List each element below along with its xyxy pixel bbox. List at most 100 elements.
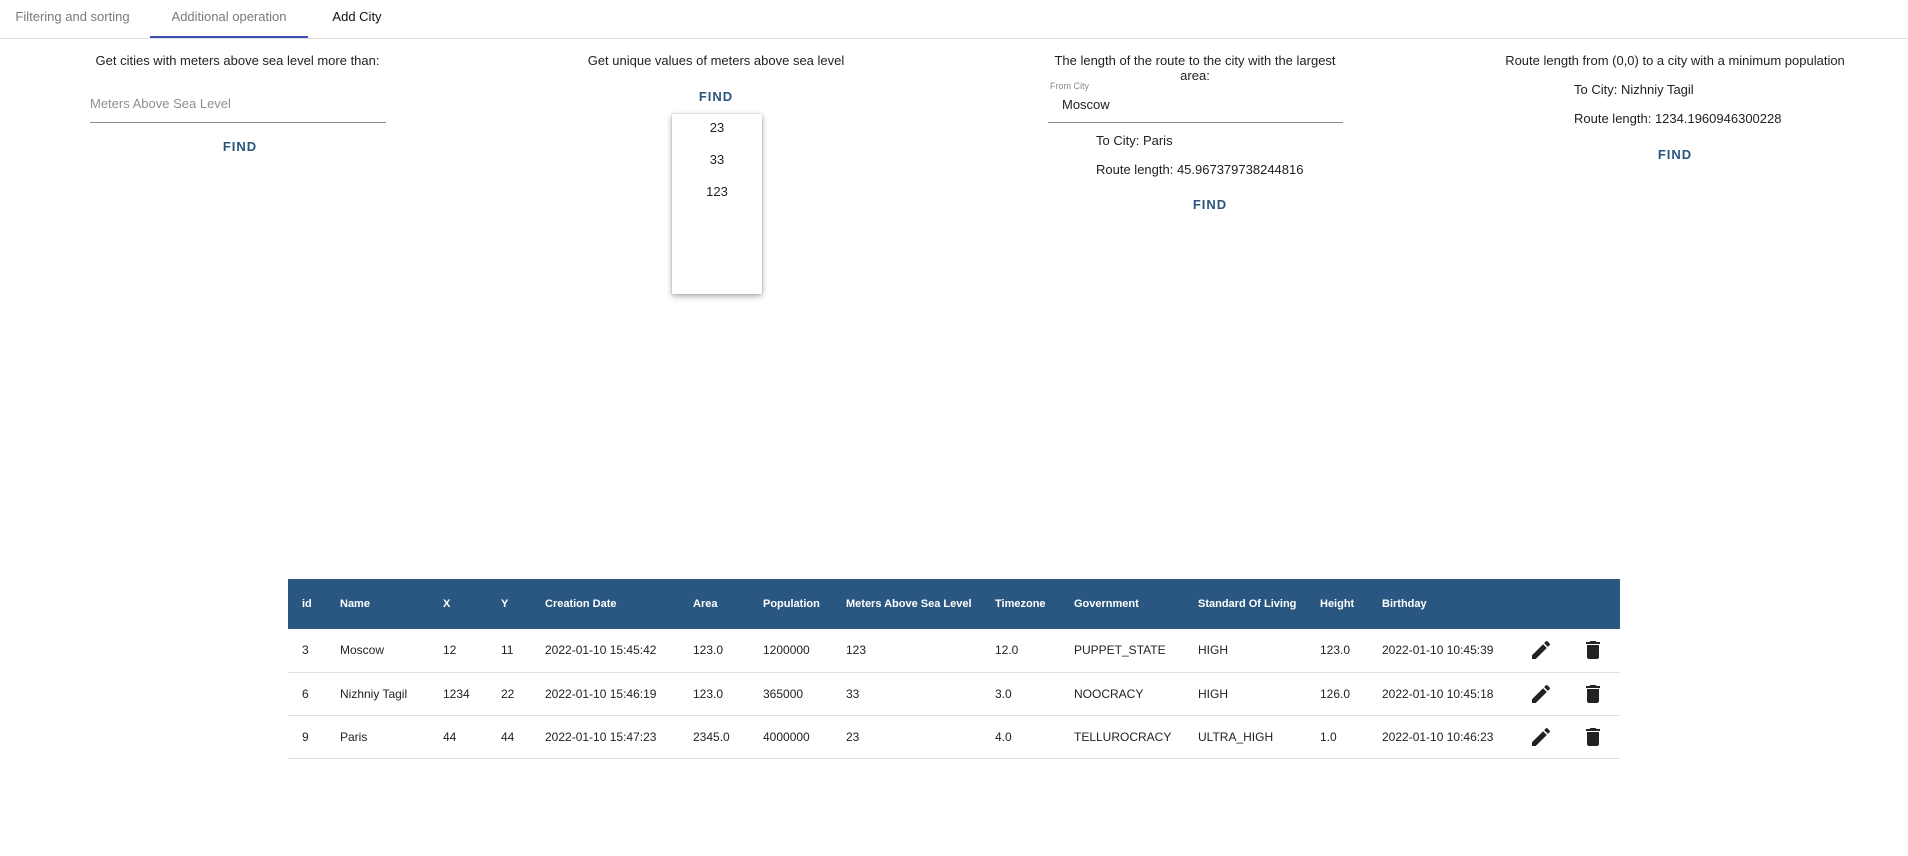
meters-above-sea-level-input[interactable] xyxy=(90,91,386,111)
pencil-icon[interactable] xyxy=(1529,682,1553,706)
panel-title: The length of the route to the city with… xyxy=(1054,53,1336,83)
cities-table-container: id Name X Y Creation Date Area Populatio… xyxy=(288,579,1620,759)
cell-population: 1200000 xyxy=(763,643,810,658)
cell-timezone: 4.0 xyxy=(995,729,1012,744)
edit-cell xyxy=(1515,672,1567,715)
dropdown-option[interactable]: 33 xyxy=(672,146,762,178)
delete-cell xyxy=(1567,715,1620,758)
cell-birthday: 2022-01-10 10:46:23 xyxy=(1382,729,1494,744)
cell-population: 4000000 xyxy=(763,729,810,744)
cell-creation-date: 2022-01-10 15:46:19 xyxy=(545,686,657,701)
cell-name: Nizhniy Tagil xyxy=(340,686,408,701)
cell-x: 12 xyxy=(443,643,457,658)
column-header-timezone: Timezone xyxy=(995,598,1046,610)
cell-id: 9 xyxy=(302,729,309,744)
cell-birthday: 2022-01-10 10:45:18 xyxy=(1382,686,1494,701)
cell-id: 6 xyxy=(302,686,309,701)
cell-meters-above-sea-level: 33 xyxy=(846,686,860,701)
column-header-creation-date: Creation Date xyxy=(545,598,617,610)
cities-table: id Name X Y Creation Date Area Populatio… xyxy=(288,579,1620,759)
edit-cell xyxy=(1515,715,1567,758)
dropdown-option[interactable]: 123 xyxy=(672,178,762,210)
find-button[interactable]: FIND xyxy=(686,89,746,104)
cell-timezone: 12.0 xyxy=(995,643,1019,658)
column-header-meters-above-sea-level: Meters Above Sea Level xyxy=(846,598,972,610)
to-city-text: To City: Paris xyxy=(1096,133,1173,148)
cell-standard-of-living: HIGH xyxy=(1198,643,1228,658)
tab-bar: Filtering and sorting Additional operati… xyxy=(0,0,1908,39)
from-city-select[interactable]: From City Moscow xyxy=(1048,81,1343,123)
tab-filtering-and-sorting[interactable]: Filtering and sorting xyxy=(0,0,145,38)
cell-creation-date: 2022-01-10 15:45:42 xyxy=(545,643,657,658)
cell-name: Moscow xyxy=(340,643,385,658)
route-length-text: Route length: 45.967379738244816 xyxy=(1096,162,1304,177)
pencil-icon[interactable] xyxy=(1529,638,1553,662)
panel-title: Route length from (0,0) to a city with a… xyxy=(1505,53,1845,68)
column-header-birthday: Birthday xyxy=(1382,598,1427,610)
column-header-x: X xyxy=(443,598,451,610)
cell-height: 123.0 xyxy=(1320,643,1351,658)
delete-cell xyxy=(1567,629,1620,672)
cell-x: 44 xyxy=(443,729,457,744)
tab-additional-operation[interactable]: Additional operation xyxy=(150,0,308,38)
column-header-height: Height xyxy=(1320,598,1355,610)
to-city-text: To City: Nizhniy Tagil xyxy=(1574,82,1694,97)
column-header-name: Name xyxy=(340,598,370,610)
table-header-row: id Name X Y Creation Date Area Populatio… xyxy=(288,579,1620,629)
column-header-government: Government xyxy=(1074,598,1139,610)
cell-y: 44 xyxy=(501,729,515,744)
column-header-delete xyxy=(1567,579,1620,629)
sea-level-filter-panel: Get cities with meters above sea level m… xyxy=(80,53,395,154)
column-header-standard-of-living: Standard Of Living xyxy=(1198,598,1297,610)
cell-meters-above-sea-level: 123 xyxy=(846,643,867,658)
dropdown-option[interactable]: 23 xyxy=(672,114,762,146)
cell-standard-of-living: HIGH xyxy=(1198,686,1228,701)
from-city-label: From City xyxy=(1050,81,1089,91)
unique-sea-level-panel: Get unique values of meters above sea le… xyxy=(586,53,846,104)
from-city-value: Moscow xyxy=(1062,97,1110,112)
trash-icon[interactable] xyxy=(1581,638,1605,662)
meters-above-sea-level-field xyxy=(90,91,386,123)
panel-title: Get cities with meters above sea level m… xyxy=(95,53,380,68)
cell-id: 3 xyxy=(302,643,309,658)
cell-height: 1.0 xyxy=(1320,729,1337,744)
find-button[interactable]: FIND xyxy=(210,139,270,154)
min-population-route-panel: Route length from (0,0) to a city with a… xyxy=(1500,53,1850,162)
trash-icon[interactable] xyxy=(1581,682,1605,706)
largest-area-route-panel: The length of the route to the city with… xyxy=(1040,53,1350,212)
cell-government: NOOCRACY xyxy=(1074,686,1144,701)
cell-creation-date: 2022-01-10 15:47:23 xyxy=(545,729,657,744)
active-tab-indicator xyxy=(150,36,308,38)
column-header-edit xyxy=(1515,579,1567,629)
column-header-area: Area xyxy=(693,598,718,610)
cell-y: 11 xyxy=(501,643,514,658)
cell-area: 123.0 xyxy=(693,643,724,658)
trash-icon[interactable] xyxy=(1581,725,1605,749)
find-button[interactable]: FIND xyxy=(1645,147,1705,162)
cell-population: 365000 xyxy=(763,686,804,701)
column-header-population: Population xyxy=(763,598,820,610)
table-row: 9 Paris 44 44 2022-01-10 15:47:23 2345.0… xyxy=(288,715,1620,758)
unique-values-dropdown: 23 33 123 xyxy=(672,114,762,294)
edit-cell xyxy=(1515,629,1567,672)
delete-cell xyxy=(1567,672,1620,715)
cell-government: TELLUROCRACY xyxy=(1074,729,1172,744)
cell-height: 126.0 xyxy=(1320,686,1351,701)
column-header-id: id xyxy=(302,598,312,610)
cell-name: Paris xyxy=(340,729,368,744)
pencil-icon[interactable] xyxy=(1529,725,1553,749)
cell-standard-of-living: ULTRA_HIGH xyxy=(1198,729,1274,744)
tab-add-city[interactable]: Add City xyxy=(310,0,404,38)
cell-government: PUPPET_STATE xyxy=(1074,643,1166,658)
find-button[interactable]: FIND xyxy=(1180,197,1240,212)
table-row: 3 Moscow 12 11 2022-01-10 15:45:42 123.0… xyxy=(288,629,1620,672)
panel-title: Get unique values of meters above sea le… xyxy=(587,53,845,68)
cell-birthday: 2022-01-10 10:45:39 xyxy=(1382,643,1494,658)
cell-area: 2345.0 xyxy=(693,729,730,744)
column-header-y: Y xyxy=(501,598,509,610)
cell-timezone: 3.0 xyxy=(995,686,1012,701)
route-length-text: Route length: 1234.1960946300228 xyxy=(1574,111,1782,126)
cell-y: 22 xyxy=(501,686,515,701)
cell-x: 1234 xyxy=(443,686,470,701)
cell-area: 123.0 xyxy=(693,686,724,701)
